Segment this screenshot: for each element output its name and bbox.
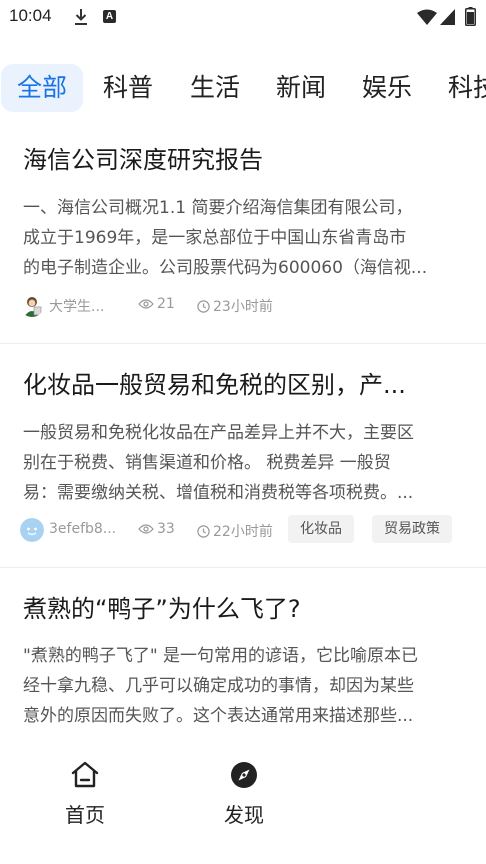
summary-line: 的电子制造企业。公司股票代码为600060（海信视... [23, 258, 428, 278]
summary-line: 一、海信公司概况1.1 简要介绍海信集团有限公司， [23, 198, 413, 218]
article-summary: 一般贸易和免税化妆品在产品差异上并不大，主要区 别在于税费、销售渠道和价格。 税… [23, 418, 465, 508]
article-title[interactable]: 煮熟的“鸭子”为什么飞了? [23, 589, 463, 624]
article-title[interactable]: 海信公司深度研究报告 [23, 140, 463, 175]
article-tag[interactable]: 化妆品 [288, 515, 354, 543]
summary-line: "煮熟的鸭子飞了" 是一句常用的谚语，它比喻原本已 [23, 646, 419, 666]
article-card[interactable]: 化妆品一般贸易和免税的区别，产... 一般贸易和免税化妆品在产品差异上并不大，主… [0, 345, 486, 568]
view-count-value: 21 [157, 296, 175, 312]
article-meta: 3efefb8... 33 22小时前 化妆品 贸易政策 [20, 515, 470, 545]
nav-home[interactable]: 首页 [35, 759, 135, 828]
tab-life[interactable]: 生活 [174, 64, 256, 112]
nav-discover-label: 发现 [224, 803, 264, 827]
article-summary: 一、海信公司概况1.1 简要介绍海信集团有限公司， 成立于1969年，是一家总部… [23, 193, 465, 283]
download-icon [75, 9, 87, 25]
summary-line: 易：需要缴纳关税、增值税和消费税等各项税费。... [23, 483, 414, 503]
summary-line: 一般贸易和免税化妆品在产品差异上并不大，主要区 [23, 423, 414, 443]
battery-icon [465, 7, 476, 26]
clock-icon [197, 300, 210, 313]
article-title[interactable]: 化妆品一般贸易和免税的区别，产... [23, 365, 463, 400]
tab-tech[interactable]: 科技 [432, 64, 486, 112]
tab-news[interactable]: 新闻 [260, 64, 342, 112]
nav-discover[interactable]: 发现 [194, 759, 294, 828]
article-meta: 大学生... 21 23小时前 [20, 290, 470, 320]
status-time: 10:04 [9, 6, 52, 25]
post-time-value: 22小时前 [213, 524, 273, 540]
tab-all[interactable]: 全部 [1, 64, 84, 112]
view-count: 33 [138, 521, 175, 537]
eye-icon [138, 299, 154, 309]
app-a-icon: A [103, 10, 116, 23]
summary-line: 别在于税费、销售渠道和价格。 税费差异 一般贸 [23, 453, 391, 473]
post-time: 22小时前 [197, 521, 273, 541]
article-tag[interactable]: 贸易政策 [372, 515, 452, 543]
author-name[interactable]: 大学生... [49, 296, 104, 316]
eye-icon [138, 524, 154, 534]
author-name[interactable]: 3efefb8... [49, 521, 116, 537]
cellular-icon [440, 9, 455, 25]
home-icon [71, 761, 99, 788]
summary-line: 成立于1969年，是一家总部位于中国山东省青岛市 [23, 228, 407, 248]
category-tabs: 全部 科普 生活 新闻 娱乐 科技 [0, 62, 486, 114]
post-time-value: 23小时前 [213, 299, 273, 315]
tab-science[interactable]: 科普 [87, 64, 169, 112]
post-time: 23小时前 [197, 296, 273, 316]
tab-entertainment[interactable]: 娱乐 [346, 64, 428, 112]
status-bar: 10:04 A [0, 0, 486, 36]
article-card[interactable]: 煮熟的“鸭子”为什么飞了? "煮熟的鸭子飞了" 是一句常用的谚语，它比喻原本已 … [0, 569, 486, 745]
summary-line: 经十拿九稳、几乎可以确定成功的事情，却因为某些 [23, 676, 414, 696]
avatar[interactable] [20, 518, 44, 542]
wifi-icon [417, 9, 437, 25]
summary-line: 意外的原因而失败了。这个表达通常用来描述那些... [23, 706, 414, 726]
view-count-value: 33 [157, 521, 175, 537]
nav-home-label: 首页 [65, 803, 105, 827]
article-summary: "煮熟的鸭子飞了" 是一句常用的谚语，它比喻原本已 经十拿九稳、几乎可以确定成功… [23, 641, 465, 731]
view-count: 21 [138, 296, 175, 312]
article-card[interactable]: 海信公司深度研究报告 一、海信公司概况1.1 简要介绍海信集团有限公司， 成立于… [0, 118, 486, 344]
bottom-nav: 首页 发现 [0, 745, 486, 864]
avatar[interactable] [20, 293, 44, 317]
clock-icon [197, 525, 210, 538]
compass-icon [231, 762, 257, 788]
